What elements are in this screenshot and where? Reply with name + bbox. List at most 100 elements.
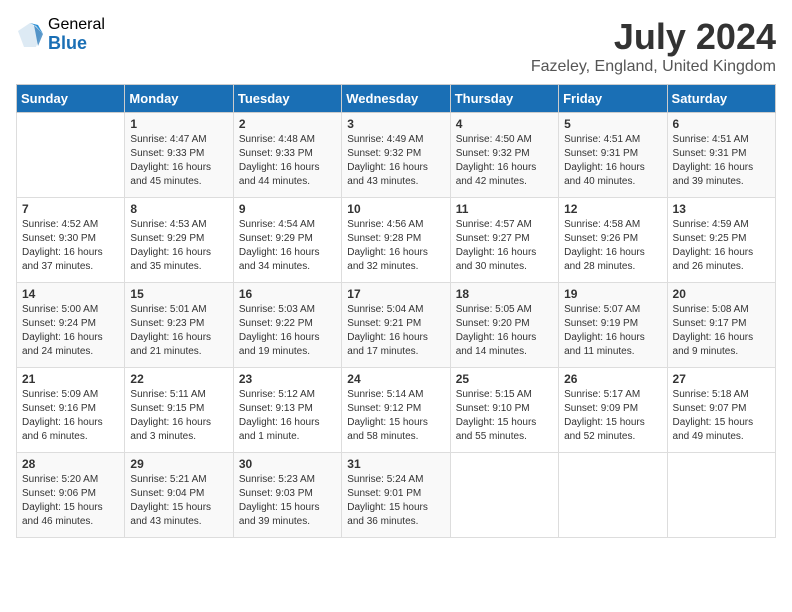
day-info: Sunrise: 4:50 AM Sunset: 9:32 PM Dayligh…: [456, 133, 553, 189]
day-info: Sunrise: 5:08 AM Sunset: 9:17 PM Dayligh…: [673, 303, 770, 359]
day-number: 25: [456, 372, 553, 386]
calendar-cell: 10Sunrise: 4:56 AM Sunset: 9:28 PM Dayli…: [342, 198, 450, 283]
calendar-cell: 8 Sunrise: 4:53 AM Sunset: 9:29 PM Daylig…: [125, 198, 233, 283]
day-number: 31: [347, 457, 444, 471]
day-number: 3: [347, 117, 444, 131]
calendar-cell: 19Sunrise: 5:07 AM Sunset: 9:19 PM Dayli…: [559, 283, 667, 368]
day-info: Sunrise: 4:47 AM Sunset: 9:33 PM Dayligh…: [130, 133, 227, 189]
day-number: 16: [239, 287, 336, 301]
day-number: 26: [564, 372, 661, 386]
calendar-cell: 6 Sunrise: 4:51 AM Sunset: 9:31 PM Daylig…: [667, 113, 775, 198]
day-number: 2: [239, 117, 336, 131]
calendar-cell: 13 Sunrise: 4:59 AM Sunset: 9:25 PM Dayli…: [667, 198, 775, 283]
calendar-cell: 28Sunrise: 5:20 AM Sunset: 9:06 PM Dayli…: [17, 453, 125, 538]
day-info: Sunrise: 5:01 AM Sunset: 9:23 PM Dayligh…: [130, 303, 227, 359]
day-info: Sunrise: 5:12 AM Sunset: 9:13 PM Dayligh…: [239, 388, 336, 444]
calendar-cell: 11 Sunrise: 4:57 AM Sunset: 9:27 PM Dayli…: [450, 198, 558, 283]
logo-general: General: [48, 16, 105, 34]
day-info: Sunrise: 4:48 AM Sunset: 9:33 PM Dayligh…: [239, 133, 336, 189]
header-friday: Friday: [559, 85, 667, 113]
calendar-cell: 5 Sunrise: 4:51 AM Sunset: 9:31 PM Daylig…: [559, 113, 667, 198]
day-info: Sunrise: 4:59 AM Sunset: 9:25 PM Dayligh…: [673, 218, 770, 274]
day-number: 11: [456, 202, 553, 216]
day-number: 7: [22, 202, 119, 216]
calendar-cell: 2 Sunrise: 4:48 AM Sunset: 9:33 PM Daylig…: [233, 113, 341, 198]
day-info: Sunrise: 5:03 AM Sunset: 9:22 PM Dayligh…: [239, 303, 336, 359]
calendar-cell: 16 Sunrise: 5:03 AM Sunset: 9:22 PM Dayli…: [233, 283, 341, 368]
calendar-cell: 4 Sunrise: 4:50 AM Sunset: 9:32 PM Daylig…: [450, 113, 558, 198]
day-number: 4: [456, 117, 553, 131]
day-number: 12: [564, 202, 661, 216]
day-info: Sunrise: 5:05 AM Sunset: 9:20 PM Dayligh…: [456, 303, 553, 359]
header-wednesday: Wednesday: [342, 85, 450, 113]
calendar-cell: [559, 453, 667, 538]
day-number: 27: [673, 372, 770, 386]
calendar-cell: 25 Sunrise: 5:15 AM Sunset: 9:10 PM Dayli…: [450, 368, 558, 453]
day-number: 9: [239, 202, 336, 216]
calendar-cell: 30Sunrise: 5:23 AM Sunset: 9:03 PM Dayli…: [233, 453, 341, 538]
day-info: Sunrise: 5:15 AM Sunset: 9:10 PM Dayligh…: [456, 388, 553, 444]
day-number: 24: [347, 372, 444, 386]
calendar-week-3: 14 Sunrise: 5:00 AM Sunset: 9:24 PM Dayli…: [17, 283, 776, 368]
day-number: 17: [347, 287, 444, 301]
month-year-title: July 2024: [531, 16, 776, 58]
calendar-week-1: 1Sunrise: 4:47 AM Sunset: 9:33 PM Daylig…: [17, 113, 776, 198]
calendar-cell: 20 Sunrise: 5:08 AM Sunset: 9:17 PM Dayli…: [667, 283, 775, 368]
day-number: 20: [673, 287, 770, 301]
day-info: Sunrise: 4:53 AM Sunset: 9:29 PM Dayligh…: [130, 218, 227, 274]
day-number: 22: [130, 372, 227, 386]
day-info: Sunrise: 4:51 AM Sunset: 9:31 PM Dayligh…: [673, 133, 770, 189]
calendar-week-5: 28Sunrise: 5:20 AM Sunset: 9:06 PM Dayli…: [17, 453, 776, 538]
calendar-cell: 9Sunrise: 4:54 AM Sunset: 9:29 PM Daylig…: [233, 198, 341, 283]
day-number: 8: [130, 202, 227, 216]
calendar-cell: 17 Sunrise: 5:04 AM Sunset: 9:21 PM Dayli…: [342, 283, 450, 368]
calendar-cell: 24 Sunrise: 5:14 AM Sunset: 9:12 PM Dayli…: [342, 368, 450, 453]
header-tuesday: Tuesday: [233, 85, 341, 113]
day-number: 18: [456, 287, 553, 301]
location-subtitle: Fazeley, England, United Kingdom: [531, 58, 776, 76]
header: General Blue July 2024 Fazeley, England,…: [16, 16, 776, 76]
logo-icon: [16, 21, 44, 49]
day-info: Sunrise: 5:07 AM Sunset: 9:19 PM Dayligh…: [564, 303, 661, 359]
logo-blue: Blue: [48, 34, 105, 54]
day-number: 6: [673, 117, 770, 131]
day-info: Sunrise: 5:18 AM Sunset: 9:07 PM Dayligh…: [673, 388, 770, 444]
day-number: 23: [239, 372, 336, 386]
day-number: 29: [130, 457, 227, 471]
day-number: 5: [564, 117, 661, 131]
day-number: 14: [22, 287, 119, 301]
day-number: 30: [239, 457, 336, 471]
day-number: 15: [130, 287, 227, 301]
calendar-cell: [17, 113, 125, 198]
calendar-week-2: 7 Sunrise: 4:52 AM Sunset: 9:30 PM Daylig…: [17, 198, 776, 283]
day-number: 13: [673, 202, 770, 216]
calendar-cell: 22 Sunrise: 5:11 AM Sunset: 9:15 PM Dayli…: [125, 368, 233, 453]
calendar-cell: 12 Sunrise: 4:58 AM Sunset: 9:26 PM Dayli…: [559, 198, 667, 283]
day-info: Sunrise: 5:00 AM Sunset: 9:24 PM Dayligh…: [22, 303, 119, 359]
day-info: Sunrise: 4:56 AM Sunset: 9:28 PM Dayligh…: [347, 218, 444, 274]
day-info: Sunrise: 5:17 AM Sunset: 9:09 PM Dayligh…: [564, 388, 661, 444]
calendar-cell: 3 Sunrise: 4:49 AM Sunset: 9:32 PM Daylig…: [342, 113, 450, 198]
day-info: Sunrise: 5:04 AM Sunset: 9:21 PM Dayligh…: [347, 303, 444, 359]
day-number: 21: [22, 372, 119, 386]
day-info: Sunrise: 4:58 AM Sunset: 9:26 PM Dayligh…: [564, 218, 661, 274]
day-info: Sunrise: 5:14 AM Sunset: 9:12 PM Dayligh…: [347, 388, 444, 444]
day-info: Sunrise: 5:24 AM Sunset: 9:01 PM Dayligh…: [347, 473, 444, 529]
day-info: Sunrise: 5:21 AM Sunset: 9:04 PM Dayligh…: [130, 473, 227, 529]
day-info: Sunrise: 5:11 AM Sunset: 9:15 PM Dayligh…: [130, 388, 227, 444]
calendar-cell: 18 Sunrise: 5:05 AM Sunset: 9:20 PM Dayli…: [450, 283, 558, 368]
calendar-cell: 1Sunrise: 4:47 AM Sunset: 9:33 PM Daylig…: [125, 113, 233, 198]
day-info: Sunrise: 4:57 AM Sunset: 9:27 PM Dayligh…: [456, 218, 553, 274]
calendar-cell: [667, 453, 775, 538]
calendar-cell: [450, 453, 558, 538]
calendar-cell: 21Sunrise: 5:09 AM Sunset: 9:16 PM Dayli…: [17, 368, 125, 453]
day-info: Sunrise: 4:51 AM Sunset: 9:31 PM Dayligh…: [564, 133, 661, 189]
logo: General Blue: [16, 16, 105, 53]
calendar-cell: 29 Sunrise: 5:21 AM Sunset: 9:04 PM Dayli…: [125, 453, 233, 538]
day-info: Sunrise: 4:52 AM Sunset: 9:30 PM Dayligh…: [22, 218, 119, 274]
calendar-cell: 23 Sunrise: 5:12 AM Sunset: 9:13 PM Dayli…: [233, 368, 341, 453]
day-number: 28: [22, 457, 119, 471]
calendar-cell: 14 Sunrise: 5:00 AM Sunset: 9:24 PM Dayli…: [17, 283, 125, 368]
day-info: Sunrise: 4:49 AM Sunset: 9:32 PM Dayligh…: [347, 133, 444, 189]
title-section: July 2024 Fazeley, England, United Kingd…: [531, 16, 776, 76]
